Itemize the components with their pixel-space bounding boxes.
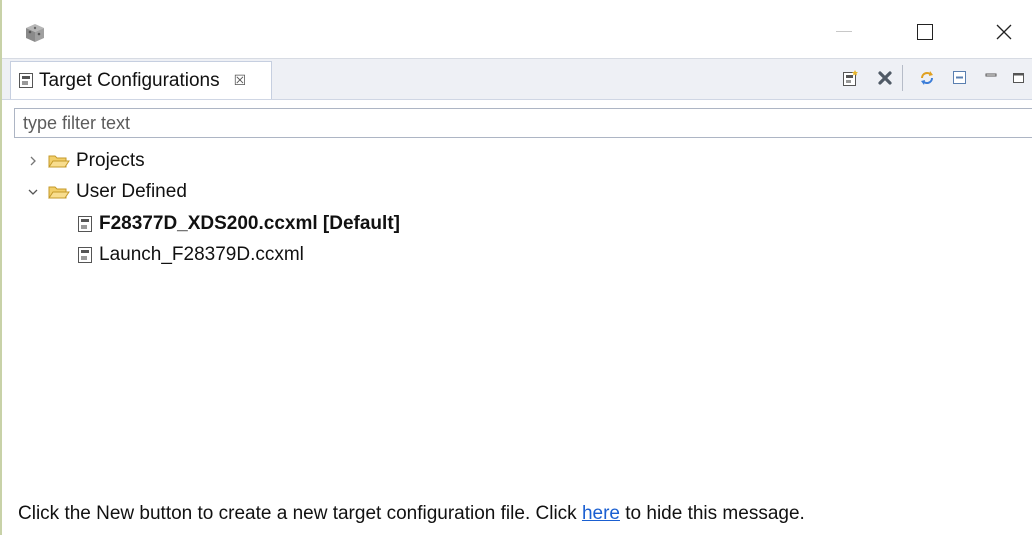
minimize-icon [836,31,852,32]
filter-box [14,108,1032,138]
tree-node-projects[interactable]: Projects [26,147,145,175]
tree-node-label: User Defined [76,181,187,202]
view-minimize-button[interactable] [980,67,1002,89]
tree-node-launch-f28379d[interactable]: Launch_F28379D.ccxml [78,241,304,269]
folder-icon [48,155,70,168]
collapse-all-icon [953,71,966,84]
tab-close-icon[interactable]: ☒ [234,72,247,89]
title-bar [2,0,1032,58]
toolbar-separator [902,65,903,91]
maximize-view-icon [1013,73,1024,83]
tree-node-label: Projects [76,150,145,171]
expand-chevron-icon[interactable] [26,154,40,168]
hide-message-link[interactable]: here [582,503,620,524]
ccxml-file-icon [78,247,92,263]
new-config-icon [843,70,858,86]
new-config-button[interactable] [840,67,862,89]
collapse-chevron-icon[interactable] [26,185,40,199]
tree-node-f28377d-xds200[interactable]: F28377D_XDS200.ccxml [Default] [78,210,400,238]
hint-text-before: Click the New button to create a new tar… [18,503,582,524]
open-folder-icon [48,186,70,199]
hint-text-after: to hide this message. [619,503,805,524]
tab-target-configurations[interactable]: Target Configurations ☒ [10,61,272,99]
delete-icon [878,71,892,85]
refresh-button[interactable] [916,67,938,89]
delete-config-button[interactable] [874,67,896,89]
view-tab-bar: Target Configurations ☒ [2,58,1032,100]
tree-node-label: F28377D_XDS200.ccxml [Default] [99,213,400,234]
window-minimize-button[interactable] [826,17,862,47]
minimize-view-icon [985,73,997,77]
refresh-icon [921,71,933,85]
tree-node-label: Launch_F28379D.ccxml [99,244,304,265]
ccxml-file-icon [78,216,92,232]
hint-message: Click the New button to create a new tar… [18,503,805,525]
window-close-button[interactable] [986,17,1022,47]
tab-title: Target Configurations [39,69,220,91]
view-maximize-button[interactable] [1008,67,1030,89]
window-maximize-button[interactable] [907,17,943,47]
collapse-all-button[interactable] [949,67,971,89]
maximize-icon [917,24,933,40]
close-icon [996,24,1012,40]
app-cube-icon [26,24,44,42]
target-config-icon [19,73,33,88]
filter-input[interactable] [15,109,1032,137]
tree-node-user-defined[interactable]: User Defined [26,178,187,206]
